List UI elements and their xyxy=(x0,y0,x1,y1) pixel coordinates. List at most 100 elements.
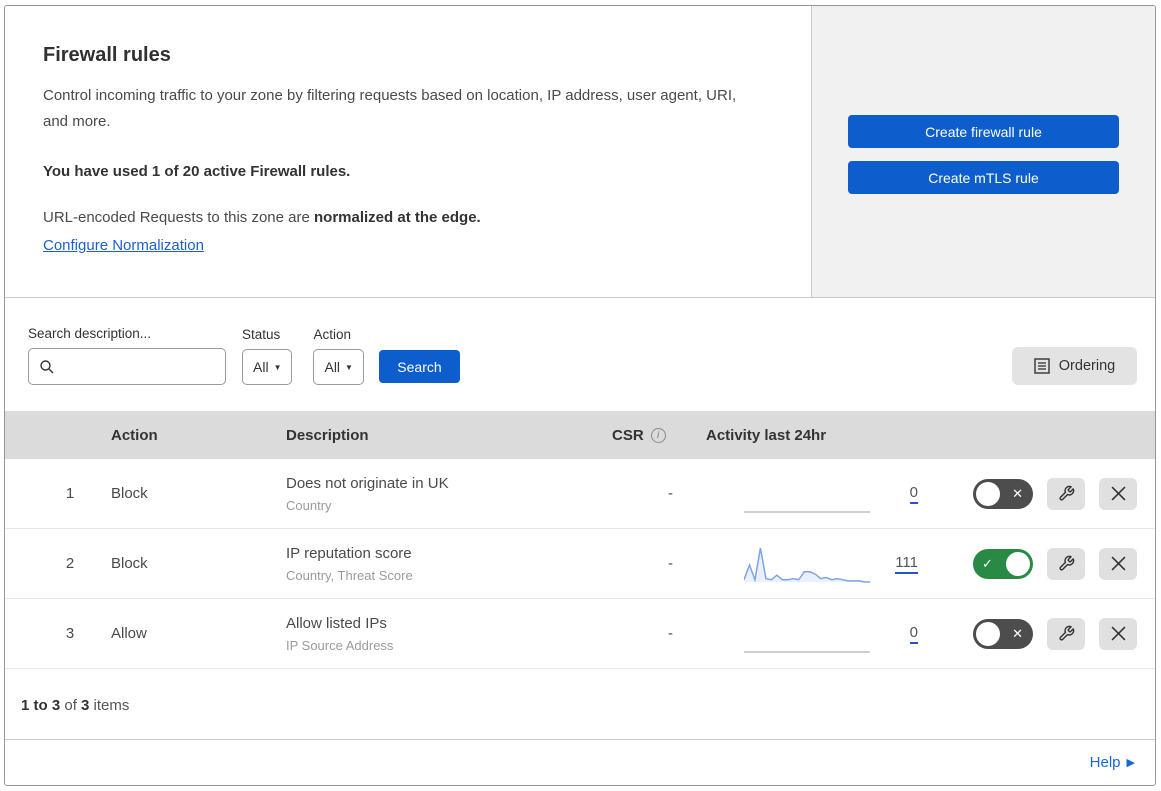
arrow-right-icon: ▶ xyxy=(1126,757,1135,769)
actions-panel: Create firewall rule Create mTLS rule xyxy=(811,6,1155,297)
x-icon: ✕ xyxy=(1012,625,1023,641)
delete-rule-button[interactable] xyxy=(1099,617,1137,650)
page-description: Control incoming traffic to your zone by… xyxy=(43,87,737,130)
status-label: Status xyxy=(242,327,281,342)
table-header: Action Description CSR i Activity last 2… xyxy=(5,411,1155,459)
list-icon xyxy=(1034,358,1050,374)
activity-count-link[interactable]: 111 xyxy=(895,554,918,574)
rule-action: Block xyxy=(111,555,148,572)
rule-enabled-toggle[interactable]: ✓ ✕ xyxy=(973,478,1033,509)
rule-activity-cell: 0 xyxy=(706,474,956,514)
wrench-icon xyxy=(1058,555,1074,571)
column-header-csr: CSR i xyxy=(606,427,706,444)
search-icon xyxy=(40,359,54,373)
activity-count-link[interactable]: 0 xyxy=(909,484,918,504)
close-icon xyxy=(1111,556,1125,571)
action-select[interactable]: All ▼ xyxy=(313,349,364,385)
rule-activity-cell: 0 xyxy=(706,614,956,654)
search-label: Search description... xyxy=(28,326,152,341)
toggle-knob xyxy=(976,621,1000,646)
rule-csr: - xyxy=(668,625,673,642)
rule-description: Allow listed IPs xyxy=(286,614,387,632)
normalization-prefix: URL-encoded Requests to this zone are xyxy=(43,209,314,226)
action-filter-group: Action All ▼ xyxy=(313,327,364,385)
delete-rule-button[interactable] xyxy=(1099,547,1137,580)
rule-fields: Country, Threat Score xyxy=(286,567,413,583)
table-row: 2 Block IP reputation score Country, Thr… xyxy=(5,529,1155,599)
help-link[interactable]: Help ▶ xyxy=(1090,754,1135,771)
status-select[interactable]: All ▼ xyxy=(242,349,293,385)
edit-rule-button[interactable] xyxy=(1047,477,1085,510)
wrench-icon xyxy=(1058,625,1074,641)
search-button[interactable]: Search xyxy=(378,350,460,383)
column-header-action: Action xyxy=(111,426,158,444)
rule-description-cell: Does not originate in UK Country xyxy=(286,473,606,515)
delete-rule-button[interactable] xyxy=(1099,477,1137,510)
close-icon xyxy=(1111,626,1125,641)
toggle-knob xyxy=(976,481,1000,506)
rule-priority: 2 xyxy=(65,555,75,572)
rule-priority: 1 xyxy=(65,485,75,502)
edit-rule-button[interactable] xyxy=(1047,547,1085,580)
rule-csr: - xyxy=(668,485,673,502)
pagination-summary: 1 to 3 of 3 items xyxy=(5,669,1155,739)
wrench-icon xyxy=(1058,485,1074,501)
normalization-notice: URL-encoded Requests to this zone are no… xyxy=(43,206,771,258)
rule-fields: IP Source Address xyxy=(286,637,394,653)
close-icon xyxy=(1111,486,1125,501)
chevron-down-icon: ▼ xyxy=(345,362,353,372)
check-icon: ✓ xyxy=(982,555,993,571)
help-bar: Help ▶ xyxy=(5,739,1155,785)
action-label: Action xyxy=(313,327,352,342)
filter-bar: Search description... Status All ▼ Actio… xyxy=(5,297,1155,411)
rule-priority: 3 xyxy=(65,625,75,642)
rule-activity-cell: 111 xyxy=(706,544,956,584)
edit-rule-button[interactable] xyxy=(1047,617,1085,650)
usage-notice: You have used 1 of 20 active Firewall ru… xyxy=(43,163,351,180)
table-row: 1 Block Does not originate in UK Country… xyxy=(5,459,1155,529)
rule-description-cell: Allow listed IPs IP Source Address xyxy=(286,613,606,655)
page-title: Firewall rules xyxy=(43,44,171,66)
configure-normalization-link[interactable]: Configure Normalization xyxy=(43,234,204,258)
rule-description-cell: IP reputation score Country, Threat Scor… xyxy=(286,543,606,585)
chevron-down-icon: ▼ xyxy=(273,362,282,372)
column-header-activity: Activity last 24hr xyxy=(706,426,827,444)
rule-action: Block xyxy=(111,485,148,502)
search-group: Search description... xyxy=(28,326,242,385)
rule-controls: ✓ ✕ xyxy=(956,547,1155,580)
rule-controls: ✓ ✕ xyxy=(956,477,1155,510)
x-icon: ✕ xyxy=(1012,485,1023,501)
table-row: 3 Allow Allow listed IPs IP Source Addre… xyxy=(5,599,1155,669)
action-select-value: All xyxy=(324,359,341,375)
rule-enabled-toggle[interactable]: ✓ ✕ xyxy=(973,548,1033,579)
rule-fields: Country xyxy=(286,497,332,513)
rule-controls: ✓ ✕ xyxy=(956,617,1155,650)
header-text-block: Firewall rules Control incoming traffic … xyxy=(5,6,811,297)
create-mtls-rule-button[interactable]: Create mTLS rule xyxy=(848,161,1119,194)
activity-sparkline xyxy=(744,544,870,584)
activity-count-link[interactable]: 0 xyxy=(909,624,918,644)
rule-description: IP reputation score xyxy=(286,544,412,562)
rule-description: Does not originate in UK xyxy=(286,474,449,492)
header-section: Firewall rules Control incoming traffic … xyxy=(5,6,1155,297)
rule-action: Allow xyxy=(111,625,147,642)
items-text: items xyxy=(89,697,130,714)
ordering-button-label: Ordering xyxy=(1058,358,1116,374)
info-icon[interactable]: i xyxy=(650,427,666,443)
status-select-value: All xyxy=(253,359,269,375)
rule-csr: - xyxy=(668,555,673,572)
search-input[interactable] xyxy=(61,351,242,382)
column-header-description: Description xyxy=(286,426,369,444)
search-box[interactable] xyxy=(28,348,242,385)
status-filter-group: Status All ▼ xyxy=(242,327,293,385)
ordering-button[interactable]: Ordering xyxy=(1012,347,1137,385)
csr-header-label: CSR xyxy=(612,426,644,444)
activity-sparkline xyxy=(744,614,870,654)
items-range: 1 to 3 xyxy=(21,697,61,714)
help-link-label: Help xyxy=(1089,754,1121,771)
of-text: of xyxy=(60,697,82,714)
create-firewall-rule-button[interactable]: Create firewall rule xyxy=(848,115,1119,148)
rule-enabled-toggle[interactable]: ✓ ✕ xyxy=(973,618,1033,649)
normalization-bold: normalized at the edge. xyxy=(314,209,481,226)
firewall-rules-card: Firewall rules Control incoming traffic … xyxy=(4,5,1156,786)
